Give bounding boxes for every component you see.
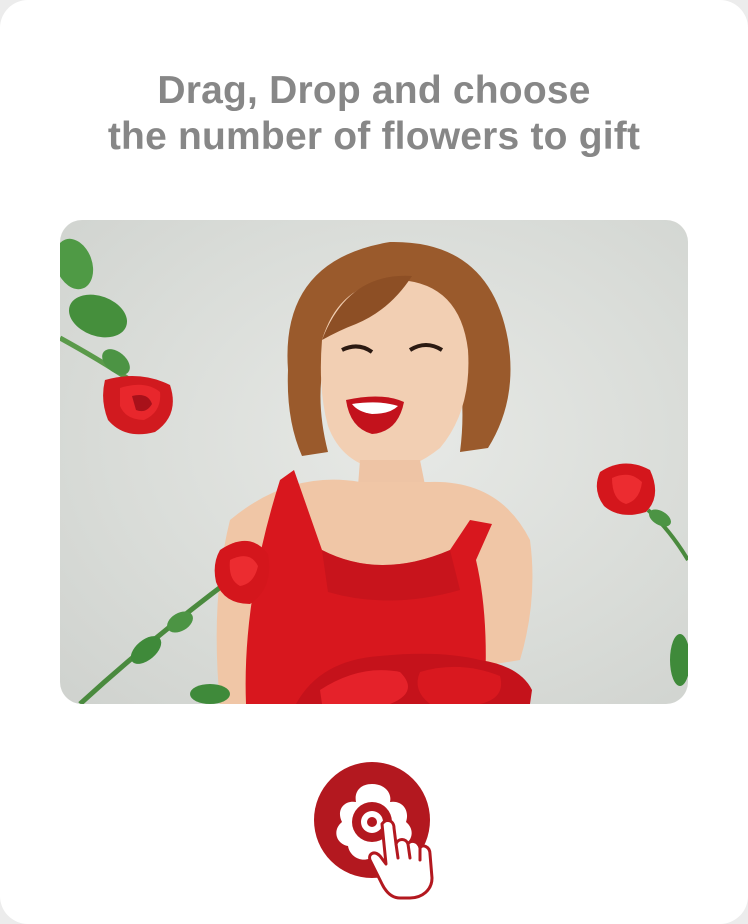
headline-line-1: Drag, Drop and choose: [157, 69, 591, 112]
woman-figure: [216, 241, 533, 704]
rose-top-left: [103, 376, 173, 435]
left-leaves: [60, 238, 132, 383]
hero-photo: [60, 220, 688, 704]
flower-tap-icon: [314, 762, 434, 900]
onboarding-card: Drag, Drop and choose the number of flow…: [0, 0, 748, 924]
woman-with-roses-illustration: [60, 238, 688, 704]
drag-drop-flower-button[interactable]: [312, 760, 472, 900]
instruction-headline: Drag, Drop and choose the number of flow…: [0, 68, 748, 160]
rose-right: [596, 463, 688, 686]
headline-line-2: the number of flowers to gift: [107, 115, 641, 158]
